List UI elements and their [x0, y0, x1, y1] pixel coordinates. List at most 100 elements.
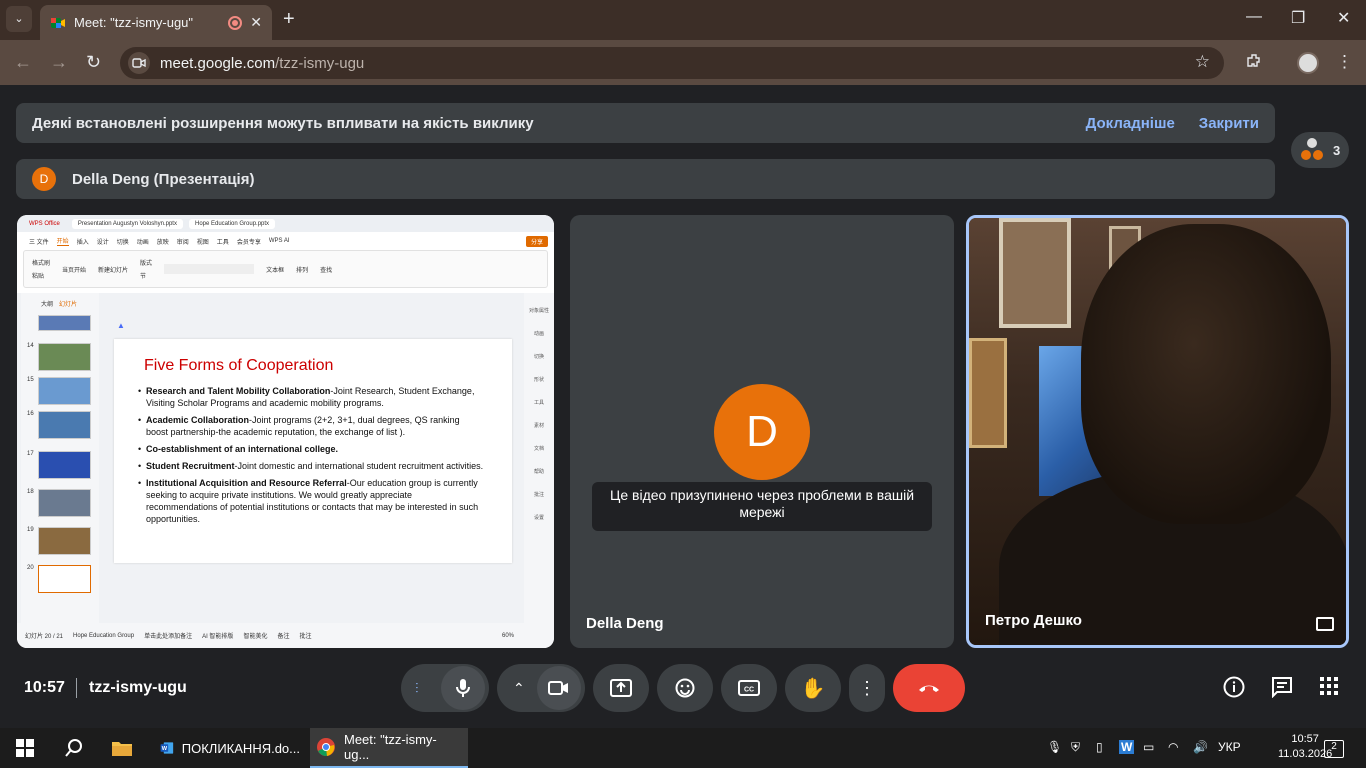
zoom-level[interactable]: 60%	[502, 633, 514, 639]
profile-avatar[interactable]	[1297, 52, 1319, 74]
ribbon-item[interactable]: 当页开始	[62, 265, 86, 274]
wps-menu-item[interactable]: 动画	[137, 237, 149, 246]
close-window-button[interactable]: ✕	[1337, 8, 1350, 28]
volume-icon[interactable]: 🔊	[1193, 740, 1208, 754]
banner-close-link[interactable]: Закрити	[1199, 115, 1259, 132]
slide-thumbnails[interactable]: 大纲 幻灯片 14 15 16 17 18 19 20	[21, 293, 99, 623]
meeting-details-button[interactable]	[1223, 676, 1245, 704]
extensions-icon[interactable]	[1245, 52, 1263, 75]
wps-tab[interactable]: Presentation Augustyn Voloshyn.pptx	[71, 218, 183, 229]
ribbon-item[interactable]: 文本框	[266, 265, 284, 274]
right-tool[interactable]: 工具	[534, 399, 544, 406]
wps-menu-item[interactable]: 切换	[117, 237, 129, 246]
wps-share-button[interactable]: 分享	[525, 235, 548, 247]
right-tool[interactable]: 帮助	[534, 468, 544, 475]
bookmark-star-icon[interactable]: ☆	[1195, 52, 1210, 72]
wps-menu-item[interactable]: WPS AI	[269, 238, 290, 244]
ribbon-item[interactable]: 版式	[140, 258, 152, 267]
ribbon-item[interactable]: 新建幻灯片	[98, 265, 128, 274]
status-item[interactable]: AI 智能排版	[202, 631, 233, 640]
status-item[interactable]: 智能美化	[243, 631, 267, 640]
slide-thumbnail[interactable]	[38, 451, 91, 479]
participants-button[interactable]: 3	[1291, 132, 1349, 168]
forward-button[interactable]: →	[50, 52, 68, 73]
raise-hand-button[interactable]: ✋	[785, 664, 841, 712]
taskbar-chrome-item[interactable]: Meet: "tzz-ismy-ug...	[310, 728, 468, 768]
browser-menu-icon[interactable]: ⋮	[1336, 52, 1353, 72]
activities-button[interactable]	[1319, 676, 1339, 702]
reload-button[interactable]: ↻	[86, 52, 101, 73]
ribbon-item[interactable]: 粘贴	[32, 271, 50, 280]
minimize-button[interactable]: —	[1246, 8, 1262, 26]
wps-menu-item[interactable]: 放映	[157, 237, 169, 246]
wps-menu-item[interactable]: 视图	[197, 237, 209, 246]
wps-menu-item[interactable]: 开始	[56, 236, 69, 246]
wps-menu-item[interactable]: 审阅	[177, 237, 189, 246]
chat-button[interactable]	[1271, 676, 1293, 704]
status-item[interactable]: 批注	[299, 631, 311, 640]
ribbon-item[interactable]: 排列	[296, 265, 308, 274]
notification-center-icon[interactable]: 2	[1324, 740, 1344, 758]
file-explorer-button[interactable]	[105, 728, 139, 768]
slide-thumbnail[interactable]	[38, 411, 91, 439]
pin-expand-icon[interactable]	[1316, 617, 1334, 631]
slide-thumbnail[interactable]	[38, 377, 91, 405]
wps-menu-item[interactable]: 设计	[97, 237, 109, 246]
right-tool[interactable]: 动画	[534, 330, 544, 337]
tab-close-icon[interactable]: ✕	[250, 14, 262, 31]
language-indicator[interactable]: УКР	[1218, 740, 1241, 754]
slide-thumbnail[interactable]	[38, 489, 91, 517]
right-tool[interactable]: 设置	[534, 514, 544, 521]
wps-menu-item[interactable]: 工具	[217, 237, 229, 246]
camera-button[interactable]	[537, 666, 581, 710]
right-tool[interactable]: 对象属性	[529, 307, 549, 314]
omnibox[interactable]: meet.google.com/tzz-ismy-ugu ☆	[120, 47, 1224, 79]
audio-level-icon[interactable]: ⫶	[415, 680, 419, 697]
wps-menu-item[interactable]: 会员专享	[237, 237, 261, 246]
slide-thumbnail[interactable]	[38, 343, 91, 371]
usb-tray-icon[interactable]: ▯	[1096, 740, 1103, 754]
wps-menu-item[interactable]: 插入	[77, 237, 89, 246]
right-tool[interactable]: 文档	[534, 445, 544, 452]
search-button[interactable]	[58, 728, 90, 768]
ribbon-item[interactable]: 格式刷	[32, 258, 50, 267]
reactions-button[interactable]	[657, 664, 713, 712]
chevron-up-icon[interactable]: ⌃	[513, 680, 525, 697]
participant-tile-petro[interactable]: Петро Дешко	[966, 215, 1349, 648]
camera-site-icon[interactable]	[128, 52, 150, 74]
slide-canvas[interactable]: Five Forms of Cooperation Research and T…	[114, 339, 512, 563]
right-tool[interactable]: 切换	[534, 353, 544, 360]
browser-tab-meet[interactable]: Meet: "tzz-ismy-ugu" ✕	[40, 5, 272, 40]
status-item[interactable]: 备注	[277, 631, 289, 640]
right-tool[interactable]: 形状	[534, 376, 544, 383]
slide-thumbnail-active[interactable]	[38, 565, 91, 593]
learn-more-link[interactable]: Докладніше	[1086, 115, 1175, 132]
status-item[interactable]: 单击此处添加备注	[144, 631, 192, 640]
more-options-button[interactable]: ⋮	[849, 664, 885, 712]
slide-thumbnail[interactable]	[38, 315, 91, 331]
taskbar-word-item[interactable]: W ПОКЛИКАННЯ.do...	[154, 728, 306, 768]
leave-call-button[interactable]	[893, 664, 965, 712]
battery-icon[interactable]: ▭	[1143, 740, 1154, 754]
start-button[interactable]	[10, 728, 40, 768]
right-tool[interactable]: 素材	[534, 422, 544, 429]
wps-tab[interactable]: WPS Office	[23, 219, 66, 229]
ribbon-item[interactable]: 查找	[320, 265, 332, 274]
captions-button[interactable]: CC	[721, 664, 777, 712]
wps-tab[interactable]: Hope Education Group.pptx	[188, 218, 276, 229]
right-tool[interactable]: 批注	[534, 491, 544, 498]
font-select[interactable]	[164, 264, 255, 274]
participant-tile-della[interactable]: D Це відео призупинено через проблеми в …	[570, 215, 954, 648]
security-tray-icon[interactable]: ⛨	[1071, 740, 1080, 755]
microphone-button[interactable]	[441, 666, 485, 710]
wps-menu-item[interactable]: 三 文件	[29, 237, 49, 246]
present-screen-button[interactable]	[593, 664, 649, 712]
word-tray-icon[interactable]: W	[1119, 740, 1135, 754]
microphone-tray-icon[interactable]: 🎙	[1047, 740, 1062, 754]
back-button[interactable]: ←	[14, 52, 32, 73]
ribbon-item[interactable]: 节	[140, 271, 152, 280]
wifi-icon[interactable]: ◠	[1168, 740, 1178, 754]
presentation-tile[interactable]: WPS Office Presentation Augustyn Voloshy…	[17, 215, 554, 648]
restore-button[interactable]: ❐	[1291, 8, 1305, 28]
tab-search-button[interactable]: ⌄	[6, 6, 32, 32]
